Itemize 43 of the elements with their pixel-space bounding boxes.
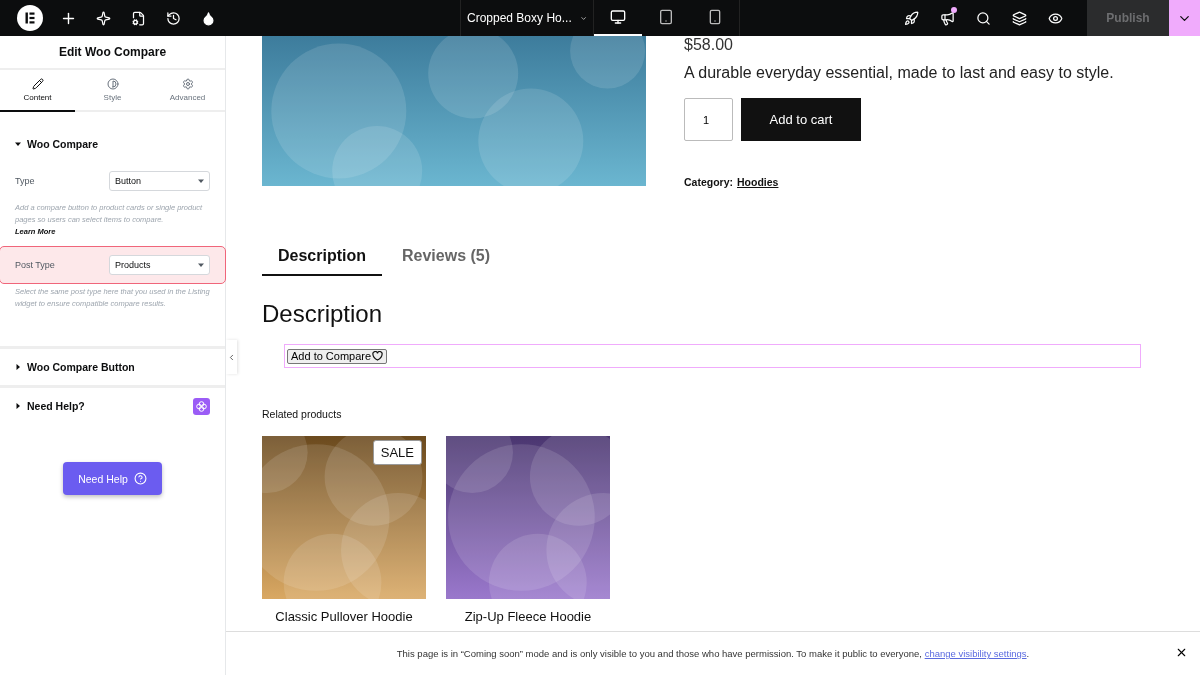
help-icon [133,472,147,485]
close-icon[interactable] [1175,646,1188,659]
half-circle-icon [106,78,119,90]
tablet-icon [658,9,675,25]
select-field[interactable]: Products [109,255,210,275]
notice-text: This page is in “Coming soon” mode and is only visible to you and those who have permission. To make it public to everyone, change visibility settings. [396,648,1030,659]
panel-tab[interactable]: Style [75,70,150,112]
panel-tab[interactable]: Advanced [150,70,225,112]
caret-right-icon [15,364,21,370]
category-link[interactable]: Hoodies [737,176,779,188]
desktop-icon [610,9,627,25]
need-help-button[interactable]: Need Help [63,462,162,495]
caret-down-icon [15,141,21,147]
product-description: A durable everyday essential, made to last and easy to style. [684,64,1115,82]
heart-icon [372,351,384,361]
section-header[interactable]: Need Help? [0,388,225,424]
logo-icon[interactable] [17,5,43,31]
caret-right-icon [15,403,21,409]
section-header[interactable]: Woo Compare Button [0,349,225,385]
panel-tab[interactable]: Content [0,70,75,112]
add-to-cart-button[interactable]: Add to cart [741,98,861,141]
sale-badge: SALE [372,440,422,465]
product-price: $58.00 [684,36,734,55]
product-tab[interactable]: Description [262,238,382,276]
select-field[interactable]: Button [109,171,210,191]
gear-icon [181,78,194,90]
related-products-heading: Related products [262,408,343,420]
caret-down-icon [198,262,204,268]
section-heading: Description [262,300,384,328]
section-header[interactable]: Woo Compare [0,126,225,162]
add-to-compare-button[interactable]: Add to Compare [287,348,388,364]
field-label: Post Type [15,260,55,270]
field-label: Type [15,176,35,186]
caret-down-icon [198,178,204,184]
pencil-icon [31,78,44,90]
panel-title: Edit Woo Compare [0,36,225,70]
collapse-panel-handle[interactable] [226,340,237,374]
product-title[interactable]: Zip-Up Fleece Hoodie [464,609,592,624]
quantity-field[interactable]: 1 [684,98,733,141]
visibility-settings-link[interactable]: change visibility settings [924,648,1027,659]
product-tab[interactable]: Reviews (5) [386,238,507,276]
category-label: Category: [684,176,733,188]
product-title[interactable]: Classic Pullover Hoodie [275,609,413,624]
